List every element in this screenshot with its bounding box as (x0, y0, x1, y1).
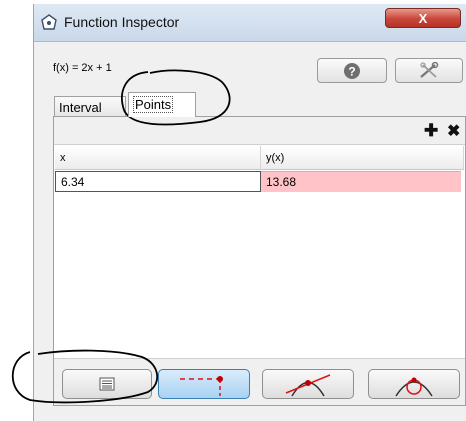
tangent-icon (285, 374, 331, 397)
settings-button[interactable] (395, 58, 463, 83)
points-toolbar: ✚ ✖ (54, 117, 465, 145)
tab-points[interactable]: Points (128, 92, 196, 117)
function-expression: f(x) = 2x + 1 (53, 62, 112, 74)
help-icon: ? (344, 62, 360, 79)
osculating-circle-icon (395, 377, 433, 397)
svg-text:?: ? (348, 64, 355, 78)
tab-points-label: Points (133, 96, 174, 113)
trace-point-icon (180, 376, 223, 396)
help-button[interactable]: ? (317, 58, 387, 83)
plus-icon[interactable]: ✚ (424, 121, 438, 141)
trace-point-button[interactable] (158, 369, 250, 399)
cell-x-value[interactable]: 6.34 (55, 171, 261, 192)
column-header-x[interactable]: x (55, 146, 261, 170)
points-panel: ✚ ✖ x y(x) 6.34 13.68 (53, 116, 466, 406)
close-icon: X (418, 10, 428, 26)
function-inspector-window: Function Inspector X f(x) = 2x + 1 ? Int… (33, 4, 466, 421)
window-title: Function Inspector (64, 14, 180, 30)
cell-yx-value[interactable]: 13.68 (261, 171, 461, 192)
tangent-button[interactable] (262, 369, 354, 399)
osculating-circle-button[interactable] (368, 369, 460, 399)
app-icon (41, 14, 57, 30)
tab-interval-label: Interval (59, 100, 102, 115)
mode-button-bar (54, 358, 465, 405)
tab-interval[interactable]: Interval (54, 96, 126, 116)
table-icon (99, 377, 115, 391)
close-button[interactable]: X (385, 8, 461, 28)
column-header-yx[interactable]: y(x) (261, 146, 464, 170)
tools-icon (420, 61, 439, 78)
table-mode-button[interactable] (62, 369, 152, 399)
points-table: x y(x) 6.34 13.68 (55, 146, 464, 358)
x-icon[interactable]: ✖ (447, 121, 460, 141)
title-bar[interactable]: Function Inspector X (34, 4, 466, 42)
